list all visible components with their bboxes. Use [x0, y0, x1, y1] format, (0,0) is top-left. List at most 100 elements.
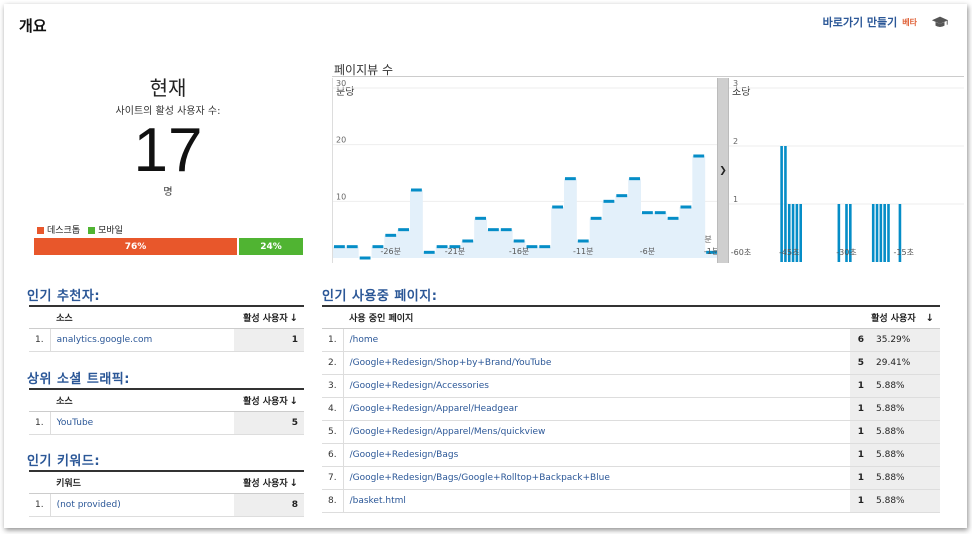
per-second-bar	[879, 204, 883, 262]
per-second-chart-svg: 1 2 3 -60초 -45초 -30초 -15초	[729, 79, 964, 262]
row-index: 3.	[322, 374, 344, 398]
table-row: 2./Google+Redesign/Shop+by+Brand/YouTube…	[322, 351, 940, 375]
index-header	[29, 388, 51, 412]
keyword-link[interactable]: (not provided)	[50, 493, 234, 517]
row-active-users: 1	[850, 397, 870, 421]
x-tick-label: -30초	[836, 248, 856, 257]
page-path-link[interactable]: /basket.html	[343, 489, 850, 513]
realtime-overview-panel: 개요 바로가기 만들기 베타 현재 사이트의 활성 사용자 수: 17 명 데스…	[4, 4, 967, 528]
row-active-users-percent: 5.88%	[870, 374, 940, 398]
device-legend: 데스크톱 모바일	[37, 223, 123, 236]
source-column-header: 소스	[50, 388, 234, 412]
row-index: 2.	[322, 351, 344, 375]
row-active-users: 1	[234, 328, 304, 352]
index-header	[29, 470, 51, 494]
index-header	[322, 305, 344, 329]
per-second-chart: 초당 1 2 3 -60초 -45초 -30초 -15초	[729, 78, 964, 263]
row-active-users-percent: 29.41%	[870, 351, 940, 375]
table-row: 5./Google+Redesign/Apparel/Mens/quickvie…	[322, 420, 940, 444]
table-row: 1./home 6 35.29%	[322, 328, 940, 352]
table-row: 1. analytics.google.com 1	[29, 328, 304, 352]
active-users-sublabel: 사이트의 활성 사용자 수:	[115, 106, 221, 117]
page-path-link[interactable]: /Google+Redesign/Bags/Google+Rolltop+Bac…	[343, 466, 850, 490]
sort-down-icon: ↓	[289, 312, 298, 324]
page-path-link[interactable]: /Google+Redesign/Accessories	[343, 374, 850, 398]
table-row: 1. (not provided) 8	[29, 493, 304, 517]
row-index: 1.	[29, 493, 51, 517]
y-tick-label: 10	[336, 192, 346, 201]
row-active-users: 1	[850, 466, 870, 490]
top-pages-title: 인기 사용중 페이지:	[322, 289, 438, 304]
active-users-column-header[interactable]: 활성 사용자 ↓	[234, 470, 304, 494]
row-index: 1.	[29, 328, 51, 352]
per-minute-area	[333, 156, 718, 258]
table-row: 4./Google+Redesign/Apparel/Headgear 1 5.88…	[322, 397, 940, 421]
row-active-users: 1	[850, 489, 870, 513]
row-active-users: 1	[850, 443, 870, 467]
row-index: 6.	[322, 443, 344, 467]
row-active-users-percent: 5.88%	[870, 397, 940, 421]
legend-mobile: 모바일	[88, 223, 123, 236]
active-users-count: 17	[133, 116, 203, 185]
row-active-users: 1	[850, 420, 870, 444]
active-users-column-header[interactable]: 활성 사용자 ↓	[234, 388, 304, 412]
sort-down-icon: ↓	[289, 477, 298, 489]
legend-desktop: 데스크톱	[37, 223, 80, 236]
x-tick-label: -26분	[381, 247, 401, 256]
row-active-users: 5	[234, 411, 304, 435]
create-shortcut-link[interactable]: 바로가기 만들기	[823, 14, 898, 30]
page-path-link[interactable]: /Google+Redesign/Apparel/Headgear	[343, 397, 850, 421]
x-tick-label: -15초	[894, 248, 914, 257]
social-source-link[interactable]: YouTube	[50, 411, 234, 435]
shortcut-area: 바로가기 만들기 베타	[823, 14, 949, 30]
row-index: 1.	[29, 411, 51, 435]
row-index: 5.	[322, 420, 344, 444]
active-users-column-header[interactable]: 활성 사용자 ↓	[850, 305, 940, 329]
row-index: 4.	[322, 397, 344, 421]
graduation-cap-icon[interactable]	[931, 15, 949, 29]
x-tick-label: -1분	[704, 247, 718, 256]
page-column-header: 사용 중인 페이지	[343, 305, 850, 329]
row-active-users-percent: 5.88%	[870, 489, 940, 513]
sort-down-icon: ↓	[925, 312, 934, 324]
row-active-users-percent: 5.88%	[870, 466, 940, 490]
per-second-bar	[780, 146, 783, 262]
referral-source-link[interactable]: analytics.google.com	[50, 328, 234, 352]
x-tick-label: -11분	[573, 247, 593, 256]
x-tick-label: -6분	[640, 247, 655, 256]
x-tick-label: -16분	[509, 247, 529, 256]
row-active-users: 8	[234, 493, 304, 517]
active-users-unit: 명	[163, 187, 173, 198]
beta-badge: 베타	[902, 17, 917, 27]
page-path-link[interactable]: /Google+Redesign/Apparel/Mens/quickview	[343, 420, 850, 444]
page-path-link[interactable]: /Google+Redesign/Shop+by+Brand/YouTube	[343, 351, 850, 375]
per-minute-chart: 분당 10 20 30 -26분 -21분 -16분 -11분 -6분 -1분 분	[332, 78, 718, 263]
top-social-table: 소스 활성 사용자 ↓ 1. YouTube 5	[29, 388, 304, 435]
table-row: 8./basket.html 1 5.88%	[322, 489, 940, 513]
row-active-users: 6	[850, 328, 870, 352]
per-second-bar	[875, 204, 879, 262]
x-tick-label: -21분	[445, 247, 465, 256]
per-second-bar	[887, 204, 890, 262]
page-path-link[interactable]: /Google+Redesign/Bags	[343, 443, 850, 467]
row-index: 8.	[322, 489, 344, 513]
y-tick-label: 2	[733, 137, 738, 146]
sort-down-icon: ↓	[289, 395, 298, 407]
table-row: 3./Google+Redesign/Accessories 1 5.88%	[322, 374, 940, 398]
page-path-link[interactable]: /home	[343, 328, 850, 352]
chart-splitter-handle[interactable]: ❯	[717, 78, 729, 263]
top-keywords-table: 키워드 활성 사용자 ↓ 1. (not provided) 8	[29, 470, 304, 517]
now-label: 현재	[149, 76, 187, 100]
per-second-bar	[799, 204, 802, 262]
active-users-column-header[interactable]: 활성 사용자 ↓	[234, 305, 304, 329]
keyword-column-header: 키워드	[50, 470, 234, 494]
row-active-users-percent: 5.88%	[870, 443, 940, 467]
x-axis-unit-label: 분	[704, 235, 711, 244]
x-tick-label: -60초	[731, 248, 751, 257]
top-referrals-table: 소스 활성 사용자 ↓ 1. analytics.google.com 1	[29, 305, 304, 352]
device-share-bar: 76% 24%	[34, 238, 303, 255]
x-tick-label: -45초	[779, 248, 799, 257]
top-referrals-title: 인기 추천자:	[27, 289, 101, 304]
y-tick-label: 30	[336, 79, 346, 88]
row-index: 1.	[322, 328, 344, 352]
